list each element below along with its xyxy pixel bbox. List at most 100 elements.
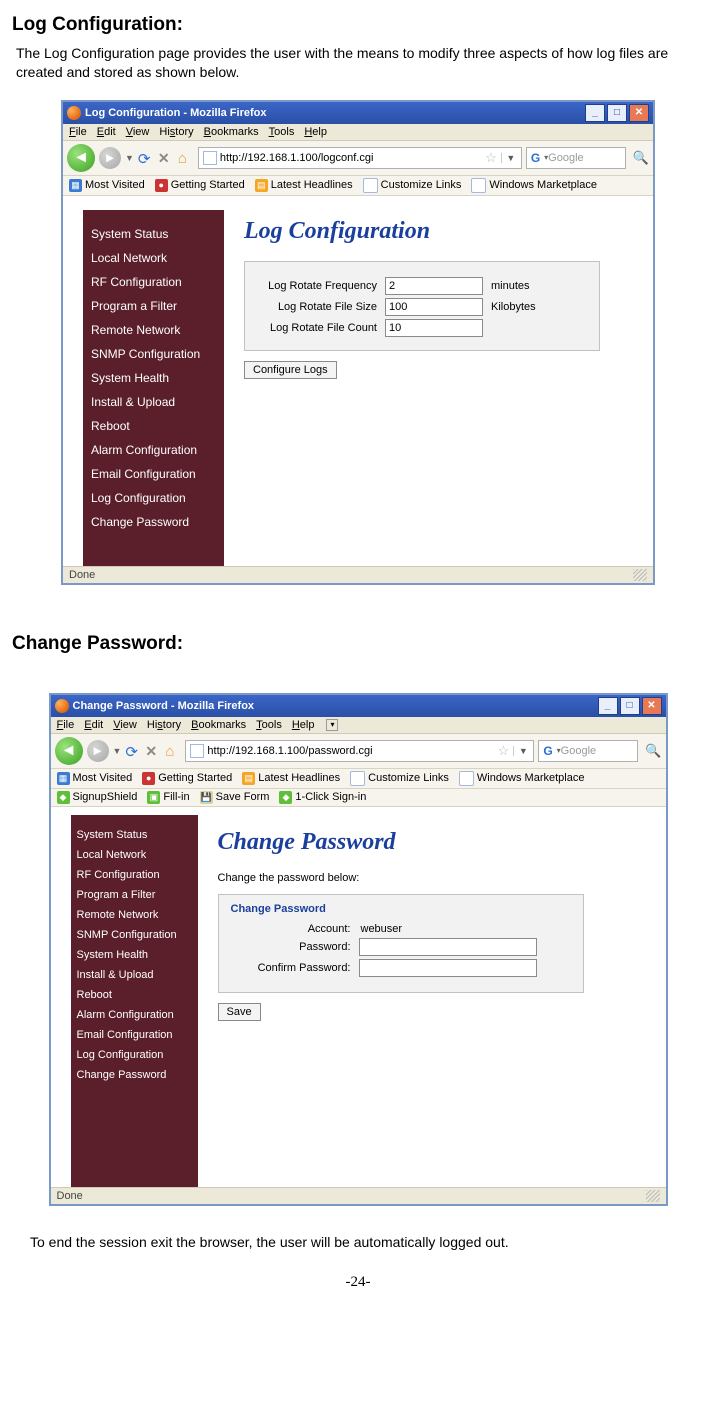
configure-logs-button[interactable]: Configure Logs: [244, 361, 337, 379]
input-rotate-frequency[interactable]: [385, 277, 483, 295]
search-go-icon[interactable]: 🔍: [633, 150, 649, 166]
sidebar-item[interactable]: Change Password: [77, 1065, 192, 1085]
sidebar-item[interactable]: Change Password: [91, 510, 216, 534]
input-confirm-password[interactable]: [359, 959, 537, 977]
sidebar-item[interactable]: System Health: [77, 945, 192, 965]
url-dropdown-icon[interactable]: ▼: [501, 153, 517, 163]
back-button[interactable]: ◄: [55, 737, 83, 765]
sidebar-item[interactable]: SNMP Configuration: [77, 925, 192, 945]
address-bar[interactable]: http://192.168.1.100/logconf.cgi ☆ ▼: [198, 147, 522, 169]
window-titlebar: Change Password - Mozilla Firefox _ □ ✕: [51, 695, 666, 717]
close-button[interactable]: ✕: [629, 104, 649, 122]
bookmark-getting-started[interactable]: ●Getting Started: [142, 772, 232, 785]
sidebar-item[interactable]: System Status: [91, 222, 216, 246]
url-text: http://192.168.1.100/logconf.cgi: [220, 152, 374, 164]
nav-dropdown-icon[interactable]: ▼: [125, 153, 134, 163]
input-rotate-filesize[interactable]: [385, 298, 483, 316]
sidebar-item[interactable]: Log Configuration: [77, 1045, 192, 1065]
menu-tools[interactable]: Tools: [269, 126, 295, 138]
sidebar-item[interactable]: Alarm Configuration: [91, 438, 216, 462]
sidebar-item[interactable]: Reboot: [91, 414, 216, 438]
sidebar-item[interactable]: Program a Filter: [77, 885, 192, 905]
sidebar-item[interactable]: Program a Filter: [91, 294, 216, 318]
menu-history[interactable]: History: [159, 126, 193, 138]
menu-file[interactable]: File: [57, 719, 75, 731]
toolbar-saveform[interactable]: 💾Save Form: [200, 791, 270, 804]
nav-dropdown-icon[interactable]: ▼: [113, 746, 122, 756]
sidebar-item[interactable]: Email Configuration: [91, 462, 216, 486]
search-box[interactable]: G▾ Google: [538, 740, 638, 762]
bookmark-customize-links[interactable]: Customize Links: [350, 771, 449, 786]
bookmark-most-visited[interactable]: ▦Most Visited: [69, 179, 145, 192]
reload-button[interactable]: ⟳: [138, 150, 154, 166]
menu-bookmarks[interactable]: Bookmarks: [204, 126, 259, 138]
url-dropdown-icon[interactable]: ▼: [513, 746, 529, 756]
sidebar-item[interactable]: Remote Network: [91, 318, 216, 342]
nav-toolbar: ◄ ► ▼ ⟳ ✕ ⌂ http://192.168.1.100/passwor…: [51, 734, 666, 769]
maximize-button[interactable]: □: [620, 697, 640, 715]
resize-grip-icon[interactable]: [646, 1190, 660, 1202]
menu-help[interactable]: Help: [304, 126, 327, 138]
bookmark-marketplace[interactable]: Windows Marketplace: [459, 771, 585, 786]
home-button[interactable]: ⌂: [165, 743, 181, 759]
close-button[interactable]: ✕: [642, 697, 662, 715]
address-bar[interactable]: http://192.168.1.100/password.cgi ☆ ▼: [185, 740, 534, 762]
bookmark-latest-headlines[interactable]: ▤Latest Headlines: [255, 179, 353, 192]
bookmark-most-visited[interactable]: ▦Most Visited: [57, 772, 133, 785]
forward-button[interactable]: ►: [87, 740, 109, 762]
firefox-small-icon: ●: [155, 179, 168, 192]
menu-help[interactable]: Help: [292, 719, 315, 731]
sidebar-item[interactable]: Remote Network: [77, 905, 192, 925]
back-button[interactable]: ◄: [67, 144, 95, 172]
input-rotate-filecount[interactable]: [385, 319, 483, 337]
minimize-button[interactable]: _: [598, 697, 618, 715]
reload-button[interactable]: ⟳: [125, 743, 141, 759]
menu-bookmarks[interactable]: Bookmarks: [191, 719, 246, 731]
menu-history[interactable]: History: [147, 719, 181, 731]
bookmark-marketplace[interactable]: Windows Marketplace: [471, 178, 597, 193]
menu-edit[interactable]: Edit: [97, 126, 116, 138]
forward-button[interactable]: ►: [99, 147, 121, 169]
minimize-button[interactable]: _: [585, 104, 605, 122]
menu-file[interactable]: File: [69, 126, 87, 138]
bookmark-star-icon[interactable]: ☆: [498, 743, 510, 759]
toolbar-fillin[interactable]: ▣Fill-in: [147, 791, 189, 804]
page-icon: [471, 178, 486, 193]
toolbar-oneclick[interactable]: ◆1-Click Sign-in: [279, 791, 366, 804]
menu-tools[interactable]: Tools: [256, 719, 282, 731]
sidebar-item[interactable]: Log Configuration: [91, 486, 216, 510]
home-button[interactable]: ⌂: [178, 150, 194, 166]
resize-grip-icon[interactable]: [633, 569, 647, 581]
maximize-button[interactable]: □: [607, 104, 627, 122]
sidebar-item[interactable]: SNMP Configuration: [91, 342, 216, 366]
sidebar-item[interactable]: Install & Upload: [91, 390, 216, 414]
input-password[interactable]: [359, 938, 537, 956]
toolbar-signupshield[interactable]: ◆SignupShield: [57, 791, 138, 804]
sidebar-item[interactable]: System Status: [77, 825, 192, 845]
bookmark-latest-headlines[interactable]: ▤Latest Headlines: [242, 772, 340, 785]
sidebar-item[interactable]: RF Configuration: [77, 865, 192, 885]
bookmark-getting-started[interactable]: ●Getting Started: [155, 179, 245, 192]
sidebar-item[interactable]: Email Configuration: [77, 1025, 192, 1045]
search-go-icon[interactable]: 🔍: [645, 743, 661, 759]
sidebar-item[interactable]: Alarm Configuration: [77, 1005, 192, 1025]
sidebar-item[interactable]: Reboot: [77, 985, 192, 1005]
page-icon: [190, 744, 204, 758]
sidebar-item[interactable]: Install & Upload: [77, 965, 192, 985]
sidebar-item[interactable]: Local Network: [77, 845, 192, 865]
bookmark-star-icon[interactable]: ☆: [485, 150, 497, 166]
menu-extra-dropdown[interactable]: ▾: [326, 719, 338, 731]
bookmark-customize-links[interactable]: Customize Links: [363, 178, 462, 193]
menu-edit[interactable]: Edit: [84, 719, 103, 731]
menu-view[interactable]: View: [113, 719, 137, 731]
stop-button[interactable]: ✕: [158, 150, 174, 166]
sidebar-item[interactable]: RF Configuration: [91, 270, 216, 294]
stop-button[interactable]: ✕: [145, 743, 161, 759]
sidebar-item[interactable]: System Health: [91, 366, 216, 390]
rss-icon: ▤: [242, 772, 255, 785]
page-title: Change Password: [218, 829, 646, 856]
search-box[interactable]: G▾ Google: [526, 147, 626, 169]
sidebar-item[interactable]: Local Network: [91, 246, 216, 270]
menu-view[interactable]: View: [126, 126, 150, 138]
save-button[interactable]: Save: [218, 1003, 261, 1021]
